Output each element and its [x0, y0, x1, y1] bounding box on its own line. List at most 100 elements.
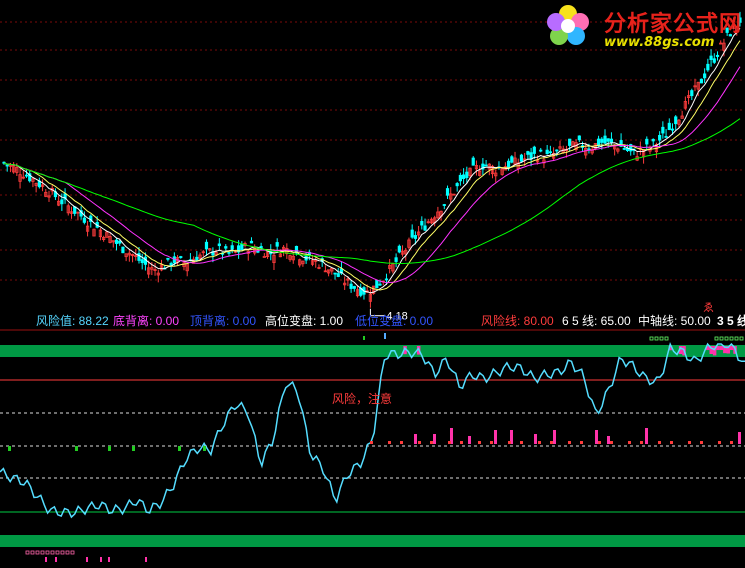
signal-tick — [700, 441, 703, 444]
signal-bar — [433, 434, 436, 444]
bottom-mark — [45, 550, 50, 555]
signal-tick — [460, 441, 463, 444]
bottom-mark — [65, 550, 70, 555]
candle-body — [709, 55, 713, 60]
signal-tick — [580, 441, 583, 444]
candle-body — [262, 256, 266, 258]
signal-bar — [645, 428, 648, 444]
candle-body — [166, 257, 170, 260]
bottom-mark — [50, 550, 55, 555]
signal-bar — [414, 434, 417, 444]
candle-body — [532, 146, 536, 154]
top-mark — [714, 336, 719, 341]
candle-body — [121, 246, 125, 254]
green-signal-tick — [203, 446, 206, 451]
candle-body — [465, 171, 469, 179]
signal-bar — [534, 434, 537, 444]
top-mark — [649, 336, 654, 341]
signal-tick — [640, 441, 643, 444]
candle-body — [333, 272, 337, 275]
bottom-mark — [60, 550, 65, 555]
bottom-mark — [25, 550, 30, 555]
candle-body — [195, 256, 199, 262]
candle-body — [217, 243, 221, 247]
candle-body — [603, 135, 607, 144]
bottom-mark — [35, 550, 40, 555]
bottom-signal-bar — [45, 557, 47, 562]
signal-bar — [553, 430, 556, 444]
candle-body — [699, 78, 704, 84]
candle-body — [577, 135, 581, 141]
top-mark — [664, 336, 669, 341]
bottom-mark — [70, 550, 75, 555]
signal-tick — [688, 441, 691, 444]
watermark-title: 分析家公式网 — [604, 12, 743, 37]
candle-body — [658, 135, 662, 141]
legend-mid-line: 中轴线: 50.00 — [638, 314, 711, 328]
stock-chart: 4.18ゑ风险，注意 — [0, 11, 745, 562]
flower-logo-icon — [547, 5, 589, 45]
signal-bar — [738, 432, 741, 444]
top-mark — [724, 336, 729, 341]
bottom-signal-bar — [108, 557, 110, 562]
signal-bar — [468, 436, 471, 444]
candle-body — [706, 63, 710, 71]
watermark-url: www.88gs.com — [604, 35, 715, 50]
top-mark — [734, 336, 739, 341]
watermark-logo: 分析家公式网 www.88gs.com — [544, 0, 744, 52]
candle-body — [529, 152, 533, 160]
candle-body — [645, 138, 649, 145]
legend-risk-line: 风险线: 80.00 — [481, 314, 554, 328]
candle-body — [606, 138, 610, 142]
candle-body — [275, 242, 279, 247]
signal-tick — [538, 441, 541, 444]
green-signal-tick — [132, 446, 135, 451]
top-mark — [384, 333, 386, 339]
candle-body — [240, 243, 244, 251]
candle-body — [349, 283, 353, 289]
candle-body — [651, 138, 655, 142]
signal-tick — [550, 441, 553, 444]
bottom-signal-bar — [86, 557, 88, 562]
bottom-signal-bar — [55, 557, 57, 562]
bottom-safe-band — [0, 535, 745, 547]
candle-body — [539, 149, 543, 152]
candle-body — [224, 246, 228, 249]
signal-tick — [388, 441, 391, 444]
top-mark — [739, 336, 744, 341]
legend-line35: 3 5 线 — [717, 314, 745, 328]
candle-body — [352, 286, 356, 289]
bottom-mark — [55, 550, 60, 555]
candle-body — [227, 251, 231, 254]
candle-body — [690, 90, 694, 97]
top-mark — [729, 336, 734, 341]
candle-body — [249, 240, 254, 244]
signal-tick — [718, 441, 721, 444]
candle-body — [622, 148, 626, 150]
risk-value-line — [0, 342, 745, 519]
top-mark — [659, 336, 664, 341]
bottom-mark — [40, 550, 45, 555]
candle-body — [506, 160, 511, 169]
signal-tick — [430, 441, 433, 444]
legend-low-change: 低位变盘: 0.00 — [355, 314, 434, 328]
candle-body — [545, 149, 549, 155]
legend-line65: 6 5 线: 65.00 — [562, 314, 631, 328]
candle-body — [420, 221, 424, 226]
signal-bar — [494, 430, 497, 444]
candle-body — [384, 278, 389, 281]
candle-body — [609, 138, 614, 143]
candle-body — [60, 199, 64, 205]
indicator-legend: 风险值: 88.22 底背离: 0.00 顶背离: 0.00 高位变盘: 1.0… — [0, 313, 745, 329]
candle-body — [179, 256, 183, 258]
legend-risk: 风险值: 88.22 — [36, 314, 109, 328]
bottom-signal-bar — [100, 557, 102, 562]
candle-body — [568, 138, 572, 146]
candle-body — [118, 240, 122, 244]
signal-tick — [490, 441, 493, 444]
candle-body — [526, 151, 530, 155]
green-signal-tick — [178, 446, 181, 451]
candle-body — [667, 122, 671, 130]
candle-body — [458, 174, 462, 182]
candle-body — [442, 204, 446, 206]
